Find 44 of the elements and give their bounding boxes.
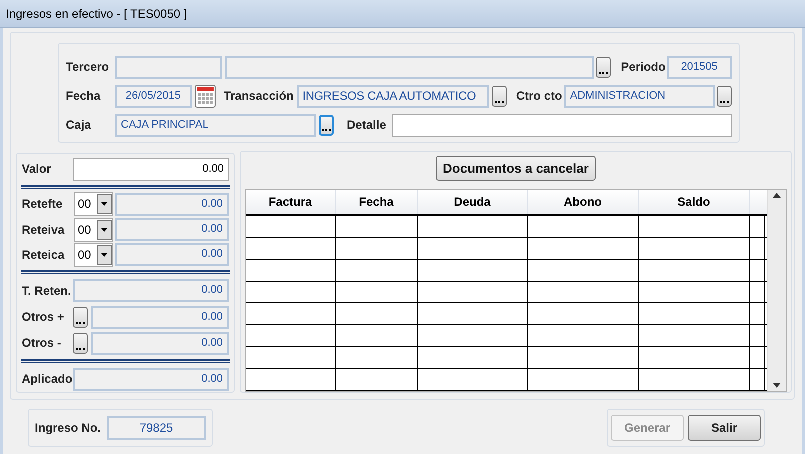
field-label: Periodo <box>621 60 666 74</box>
window-title: Ingresos en efectivo - [ TES0050 ] <box>6 6 188 22</box>
code-value: 00 <box>78 246 92 264</box>
field-label: Retefte <box>22 196 64 214</box>
periodo-field[interactable]: 201505 <box>667 56 732 78</box>
ctro-cto-field[interactable]: ADMINISTRACION <box>564 84 715 108</box>
field-label: Ctro cto <box>516 89 562 103</box>
code-value: 00 <box>78 196 92 214</box>
field-label: Tercero <box>66 59 110 76</box>
field-label: Otros + <box>22 309 66 326</box>
documents-button[interactable]: Documentos a cancelar <box>436 156 596 181</box>
column-header[interactable]: Deuda <box>418 190 528 214</box>
field-label: Valor <box>22 161 52 178</box>
otros-amount-field[interactable]: 0.00 <box>91 332 229 355</box>
field-label: Reteica <box>22 246 66 264</box>
otros-amount-field[interactable]: 0.00 <box>91 306 229 329</box>
column-header[interactable]: Abono <box>528 190 639 214</box>
field-label: Detalle <box>347 118 386 132</box>
fecha-field[interactable]: 26/05/2015 <box>115 84 192 108</box>
field-label: Transacción <box>224 89 294 103</box>
field-label: Reteiva <box>22 222 66 239</box>
transaccion-field[interactable]: INGRESOS CAJA AUTOMATICO <box>296 84 490 108</box>
column-header[interactable]: Factura <box>246 190 336 214</box>
ingreso-field[interactable]: 79825 <box>107 416 206 440</box>
retention-amount-field[interactable]: 0.00 <box>115 243 229 266</box>
caja-field[interactable]: CAJA PRINCIPAL <box>115 114 316 136</box>
field-label: Ingreso No. <box>35 420 101 437</box>
code-select[interactable]: 00 <box>74 242 113 267</box>
t-reten-field[interactable]: 0.00 <box>73 279 229 302</box>
field-label: T. Reten. <box>22 282 72 300</box>
retention-amount-field[interactable]: 0.00 <box>115 218 229 242</box>
code-select[interactable]: 00 <box>74 192 113 216</box>
field-label: Aplicado <box>22 371 73 388</box>
field-label: Fecha <box>66 88 102 105</box>
action-button[interactable]: Salir <box>688 415 761 441</box>
retention-amount-field[interactable]: 0.00 <box>115 192 229 216</box>
valor-field[interactable]: 0.00 <box>73 158 229 180</box>
column-header[interactable]: Fecha <box>336 190 418 214</box>
field-label: Otros - <box>22 335 62 352</box>
field-label: Caja <box>66 117 92 134</box>
column-header[interactable]: Saldo <box>639 190 750 214</box>
code-value: 00 <box>78 222 92 239</box>
code-select[interactable]: 00 <box>74 218 113 242</box>
aplicado-field[interactable]: 0.00 <box>73 368 229 391</box>
